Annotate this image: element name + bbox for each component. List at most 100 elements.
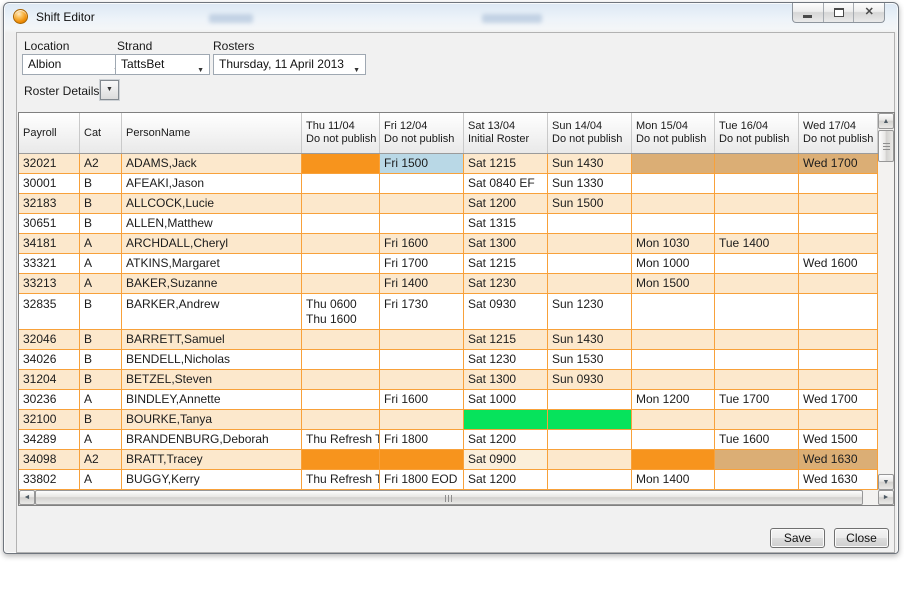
- cell-personname[interactable]: BARRETT,Samuel: [122, 330, 302, 350]
- vertical-scrollbar[interactable]: ▲ ▼: [878, 113, 894, 490]
- cell-shift[interactable]: Wed 1600: [799, 254, 878, 274]
- cell-shift[interactable]: [632, 294, 715, 330]
- cell-shift[interactable]: Sat 1300: [464, 370, 548, 390]
- cell-shift[interactable]: [799, 194, 878, 214]
- cell-shift[interactable]: Fri 1600: [380, 234, 464, 254]
- cell-shift[interactable]: Fri 1400: [380, 274, 464, 294]
- cell-shift[interactable]: Sun 1430: [548, 330, 632, 350]
- cell-shift[interactable]: [380, 410, 464, 430]
- scroll-down-button[interactable]: ▼: [878, 474, 894, 490]
- cell-shift[interactable]: [799, 410, 878, 430]
- cell-shift[interactable]: [302, 390, 380, 410]
- strand-select[interactable]: TattsBet ▼: [115, 54, 210, 75]
- cell-shift[interactable]: [799, 214, 878, 234]
- cell-shift[interactable]: Wed 1500: [799, 430, 878, 450]
- column-header-7[interactable]: Mon 15/04Do not publish: [632, 113, 715, 153]
- save-button[interactable]: Save: [770, 528, 825, 548]
- cell-shift[interactable]: Sat 0840 EF: [464, 174, 548, 194]
- cell-shift[interactable]: [632, 214, 715, 234]
- cell-shift[interactable]: Fri 1600: [380, 390, 464, 410]
- cell-shift[interactable]: Wed 1630: [799, 450, 878, 470]
- cell-payroll[interactable]: 34289: [19, 430, 80, 450]
- cell-cat[interactable]: A: [80, 234, 122, 254]
- horizontal-scrollbar[interactable]: ◄ ►: [19, 490, 894, 505]
- cell-payroll[interactable]: 31204: [19, 370, 80, 390]
- cell-shift[interactable]: [715, 410, 799, 430]
- horizontal-scrollbar-thumb[interactable]: [35, 490, 863, 505]
- column-header-1[interactable]: Cat: [80, 113, 122, 153]
- titlebar[interactable]: Shift Editor ✕: [4, 3, 898, 30]
- cell-shift[interactable]: [548, 450, 632, 470]
- cell-cat[interactable]: B: [80, 194, 122, 214]
- cell-shift[interactable]: Sat 1200: [464, 430, 548, 450]
- cell-payroll[interactable]: 32100: [19, 410, 80, 430]
- cell-shift[interactable]: [302, 174, 380, 194]
- cell-shift[interactable]: [715, 174, 799, 194]
- cell-shift[interactable]: [380, 450, 464, 470]
- cell-cat[interactable]: A: [80, 390, 122, 410]
- cell-shift[interactable]: [715, 274, 799, 294]
- cell-cat[interactable]: A: [80, 254, 122, 274]
- cell-payroll[interactable]: 30001: [19, 174, 80, 194]
- cell-shift[interactable]: [715, 450, 799, 470]
- cell-shift[interactable]: [380, 350, 464, 370]
- cell-shift[interactable]: Sat 1200: [464, 470, 548, 490]
- cell-shift[interactable]: [632, 330, 715, 350]
- cell-shift[interactable]: [715, 330, 799, 350]
- cell-cat[interactable]: A: [80, 470, 122, 490]
- scroll-right-button[interactable]: ►: [878, 490, 894, 505]
- cell-shift[interactable]: [380, 330, 464, 350]
- cell-shift[interactable]: [302, 254, 380, 274]
- cell-shift[interactable]: Fri 1800 EOD: [380, 470, 464, 490]
- cell-shift[interactable]: [799, 274, 878, 294]
- cell-shift[interactable]: Sun 0930: [548, 370, 632, 390]
- cell-shift[interactable]: Mon 1000: [632, 254, 715, 274]
- cell-cat[interactable]: B: [80, 370, 122, 390]
- cell-shift[interactable]: [632, 154, 715, 174]
- cell-shift[interactable]: [302, 370, 380, 390]
- cell-shift[interactable]: Wed 1700: [799, 154, 878, 174]
- cell-shift[interactable]: Sat 0930: [464, 294, 548, 330]
- cell-shift[interactable]: [548, 234, 632, 254]
- cell-shift[interactable]: [548, 410, 632, 430]
- cell-personname[interactable]: BARKER,Andrew: [122, 294, 302, 330]
- cell-shift[interactable]: [548, 430, 632, 450]
- cell-shift[interactable]: Mon 1200: [632, 390, 715, 410]
- cell-shift[interactable]: [632, 410, 715, 430]
- cell-shift[interactable]: Sat 1215: [464, 330, 548, 350]
- cell-cat[interactable]: A2: [80, 450, 122, 470]
- cell-shift[interactable]: Thu Refresh TN: [302, 470, 380, 490]
- cell-shift[interactable]: [302, 330, 380, 350]
- column-header-3[interactable]: Thu 11/04Do not publish: [302, 113, 380, 153]
- cell-payroll[interactable]: 33802: [19, 470, 80, 490]
- cell-shift[interactable]: Sat 1215: [464, 154, 548, 174]
- cell-shift[interactable]: [799, 294, 878, 330]
- column-header-8[interactable]: Tue 16/04Do not publish: [715, 113, 799, 153]
- cell-shift[interactable]: [548, 274, 632, 294]
- cell-payroll[interactable]: 33213: [19, 274, 80, 294]
- cell-personname[interactable]: ADAMS,Jack: [122, 154, 302, 174]
- column-header-9[interactable]: Wed 17/04Do not publish: [799, 113, 878, 153]
- cell-personname[interactable]: ARCHDALL,Cheryl: [122, 234, 302, 254]
- column-header-2[interactable]: PersonName: [122, 113, 302, 153]
- cell-payroll[interactable]: 32021: [19, 154, 80, 174]
- cell-shift[interactable]: Sat 0900: [464, 450, 548, 470]
- cell-shift[interactable]: Sun 1330: [548, 174, 632, 194]
- cell-shift[interactable]: Thu Refresh TN: [302, 430, 380, 450]
- cell-shift[interactable]: Sun 1530: [548, 350, 632, 370]
- cell-shift[interactable]: [715, 154, 799, 174]
- cell-shift[interactable]: Thu 0600Thu 1600: [302, 294, 380, 330]
- cell-shift[interactable]: [799, 370, 878, 390]
- cell-shift[interactable]: [632, 194, 715, 214]
- cell-personname[interactable]: BOURKE,Tanya: [122, 410, 302, 430]
- cell-shift[interactable]: Fri 1730: [380, 294, 464, 330]
- cell-shift[interactable]: [799, 350, 878, 370]
- cell-shift[interactable]: [715, 370, 799, 390]
- cell-cat[interactable]: B: [80, 214, 122, 234]
- cell-cat[interactable]: B: [80, 174, 122, 194]
- scroll-left-button[interactable]: ◄: [19, 490, 35, 505]
- cell-shift[interactable]: Mon 1030: [632, 234, 715, 254]
- roster-details-dropdown-button[interactable]: ▼: [100, 80, 119, 100]
- scroll-up-button[interactable]: ▲: [878, 113, 894, 129]
- cell-personname[interactable]: BETZEL,Steven: [122, 370, 302, 390]
